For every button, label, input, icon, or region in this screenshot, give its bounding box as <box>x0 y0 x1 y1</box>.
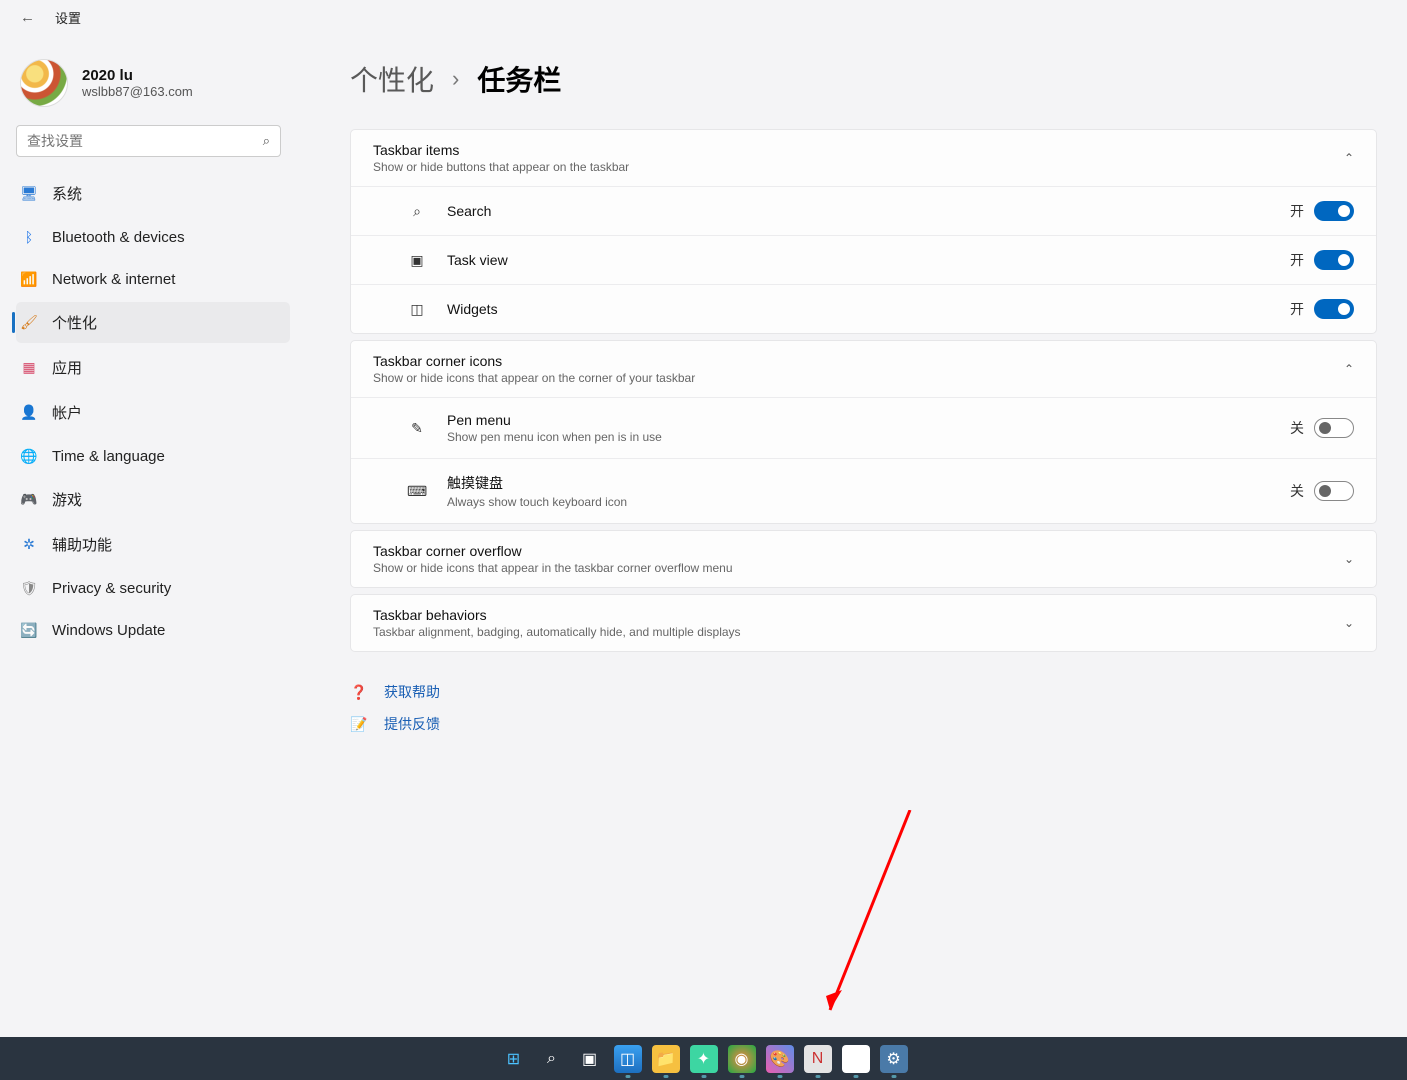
breadcrumb-parent[interactable]: 个性化 <box>350 59 434 99</box>
monitor-icon: 🖥 <box>20 185 38 203</box>
taskbar-search-icon[interactable]: ⌕ <box>538 1045 566 1073</box>
chevron-down-icon: ⌄ <box>1344 552 1354 566</box>
nav-time[interactable]: 🌐Time & language <box>16 437 290 475</box>
section-header-corner-icons[interactable]: Taskbar corner icons Show or hide icons … <box>351 341 1376 397</box>
nav-update[interactable]: 🔄Windows Update <box>16 611 290 649</box>
wifi-icon: 📶 <box>20 270 38 288</box>
section-header-taskbar-items[interactable]: Taskbar items Show or hide buttons that … <box>351 130 1376 186</box>
row-search: ⌕ Search 开 <box>351 186 1376 235</box>
toggle-touch-keyboard[interactable] <box>1314 481 1354 501</box>
update-icon: 🔄 <box>20 621 38 639</box>
page-title: 任务栏 <box>477 59 561 99</box>
row-taskview: ▣ Task view 开 <box>351 235 1376 284</box>
chevron-up-icon: ⌃ <box>1344 362 1354 376</box>
taskbar: ⊞ ⌕ ▣ ◫ 📁 ✦ ◉ 🎨 N ◉ ⚙ <box>0 1037 1407 1080</box>
section-corner-icons: Taskbar corner icons Show or hide icons … <box>350 340 1377 524</box>
bluetooth-icon: ᛒ <box>20 228 38 246</box>
chevron-up-icon: ⌃ <box>1344 151 1354 165</box>
search-input[interactable] <box>27 133 263 149</box>
toggle-taskview[interactable] <box>1314 250 1354 270</box>
taskbar-widgets-icon[interactable]: ◫ <box>614 1045 642 1073</box>
person-icon: 👤 <box>20 404 38 422</box>
window-title: 设置 <box>55 8 81 27</box>
taskbar-app-1-icon[interactable]: ✦ <box>690 1045 718 1073</box>
link-give-feedback[interactable]: 📝 提供反馈 <box>350 714 1377 734</box>
taskbar-explorer-icon[interactable]: 📁 <box>652 1045 680 1073</box>
nav-privacy[interactable]: 🛡Privacy & security <box>16 569 290 607</box>
brush-icon: 🖌 <box>20 314 38 332</box>
sidebar: 2020 lu wslbb87@163.com ⌕ 🖥系统 ᛒBluetooth… <box>0 35 300 746</box>
profile-email: wslbb87@163.com <box>82 84 193 99</box>
nav-accessibility[interactable]: ✲辅助功能 <box>16 524 290 565</box>
row-touch-keyboard: ⌨ 触摸键盘 Always show touch keyboard icon 关 <box>351 458 1376 523</box>
taskbar-app-2-icon[interactable]: 🎨 <box>766 1045 794 1073</box>
taskbar-chrome-icon[interactable]: ◉ <box>728 1045 756 1073</box>
taskbar-taskview-icon[interactable]: ▣ <box>576 1045 604 1073</box>
section-corner-overflow[interactable]: Taskbar corner overflow Show or hide ico… <box>350 530 1377 588</box>
pen-icon: ✎ <box>407 420 427 437</box>
taskbar-app-3-icon[interactable]: N <box>804 1045 832 1073</box>
shield-icon: 🛡 <box>20 579 38 597</box>
search-box[interactable]: ⌕ <box>16 125 281 157</box>
nav-apps[interactable]: ▦应用 <box>16 347 290 388</box>
search-icon: ⌕ <box>263 133 270 149</box>
row-widgets: ◫ Widgets 开 <box>351 284 1376 333</box>
nav-bluetooth[interactable]: ᛒBluetooth & devices <box>16 218 290 256</box>
nav-network[interactable]: 📶Network & internet <box>16 260 290 298</box>
section-taskbar-items: Taskbar items Show or hide buttons that … <box>350 129 1377 334</box>
breadcrumb: 个性化 › 任务栏 <box>350 59 1377 99</box>
profile-block[interactable]: 2020 lu wslbb87@163.com <box>20 59 290 107</box>
profile-name: 2020 lu <box>82 67 193 84</box>
gamepad-icon: 🎮 <box>20 491 38 509</box>
toggle-search[interactable] <box>1314 201 1354 221</box>
apps-icon: ▦ <box>20 359 38 377</box>
annotation-arrow <box>820 810 940 1030</box>
toggle-pen-menu[interactable] <box>1314 418 1354 438</box>
nav-personalization[interactable]: 🖌个性化 <box>16 302 290 343</box>
search-icon: ⌕ <box>407 203 427 220</box>
taskbar-app-5-icon[interactable]: ⚙ <box>880 1045 908 1073</box>
nav-system[interactable]: 🖥系统 <box>16 173 290 214</box>
toggle-widgets[interactable] <box>1314 299 1354 319</box>
widgets-icon: ◫ <box>407 301 427 318</box>
nav-gaming[interactable]: 🎮游戏 <box>16 479 290 520</box>
keyboard-icon: ⌨ <box>407 483 427 500</box>
help-icon: ❓ <box>350 684 368 701</box>
nav-accounts[interactable]: 👤帐户 <box>16 392 290 433</box>
section-taskbar-behaviors[interactable]: Taskbar behaviors Taskbar alignment, bad… <box>350 594 1377 652</box>
row-pen-menu: ✎ Pen menu Show pen menu icon when pen i… <box>351 397 1376 458</box>
taskview-icon: ▣ <box>407 252 427 269</box>
taskbar-app-4-icon[interactable]: ◉ <box>842 1045 870 1073</box>
accessibility-icon: ✲ <box>20 536 38 554</box>
avatar <box>20 59 68 107</box>
chevron-down-icon: ⌄ <box>1344 616 1354 630</box>
globe-icon: 🌐 <box>20 447 38 465</box>
taskbar-start-icon[interactable]: ⊞ <box>500 1045 528 1073</box>
chevron-right-icon: › <box>452 66 459 92</box>
main-content: 个性化 › 任务栏 Taskbar items Show or hide but… <box>300 35 1407 746</box>
link-get-help[interactable]: ❓ 获取帮助 <box>350 682 1377 702</box>
feedback-icon: 📝 <box>350 716 368 733</box>
back-icon[interactable]: ← <box>20 9 35 26</box>
